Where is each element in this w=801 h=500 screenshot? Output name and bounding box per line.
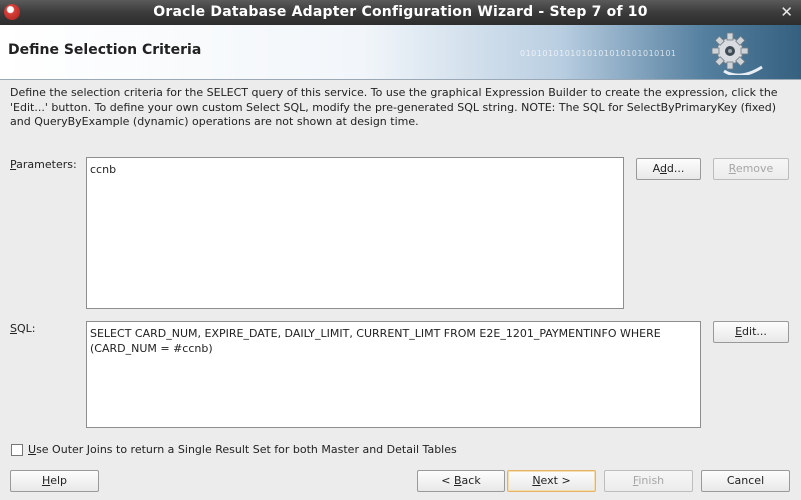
- label-text: arameters:: [16, 158, 77, 171]
- finish-button[interactable]: Finish: [604, 470, 693, 492]
- sql-label: SQL:: [10, 322, 35, 335]
- gear-icon: [711, 32, 763, 75]
- mnemonic: E: [735, 325, 743, 338]
- label-text: ext >: [540, 474, 571, 487]
- mnemonic: N: [532, 474, 541, 487]
- parameters-list[interactable]: ccnb: [86, 157, 624, 309]
- label-text: QL:: [16, 322, 36, 335]
- mnemonic: U: [28, 443, 37, 456]
- remove-button[interactable]: Remove: [713, 158, 789, 180]
- help-button[interactable]: Help: [10, 470, 99, 492]
- window-titlebar[interactable]: Oracle Database Adapter Configuration Wi…: [0, 0, 801, 25]
- outer-joins-label[interactable]: Use Outer Joins to return a Single Resul…: [28, 443, 457, 456]
- label-text: se Outer Joins to return a Single Result…: [36, 443, 457, 456]
- label-text: A: [652, 162, 660, 175]
- label-text: ack: [461, 474, 481, 487]
- label-text: elp: [50, 474, 68, 487]
- step-header: Define Selection Criteria 01010101010101…: [0, 25, 801, 80]
- page-title: Define Selection Criteria: [8, 42, 202, 58]
- label-text: emove: [735, 162, 774, 175]
- mnemonic: S: [10, 322, 17, 335]
- window-title: Oracle Database Adapter Configuration Wi…: [153, 4, 648, 20]
- label-text: dit...: [742, 325, 767, 338]
- outer-joins-checkbox[interactable]: [11, 444, 23, 456]
- close-icon[interactable]: ✕: [780, 3, 793, 21]
- parameters-label: Parameters:: [10, 158, 77, 171]
- next-button[interactable]: Next >: [507, 470, 596, 492]
- cancel-button[interactable]: Cancel: [701, 470, 790, 492]
- mnemonic: B: [454, 474, 462, 487]
- mnemonic: H: [41, 474, 51, 487]
- mnemonic: R: [728, 162, 736, 175]
- label-text: inish: [638, 474, 665, 487]
- binary-decoration: 0101010101010101010101010101: [520, 49, 677, 58]
- label-text: d...: [666, 162, 685, 175]
- back-button[interactable]: < Back: [417, 470, 505, 492]
- sql-textarea[interactable]: SELECT CARD_NUM, EXPIRE_DATE, DAILY_LIMI…: [86, 321, 701, 428]
- mnemonic: d: [659, 162, 667, 175]
- add-button[interactable]: Add...: [636, 158, 701, 180]
- edit-button[interactable]: Edit...: [713, 321, 789, 343]
- instructions-text: Define the selection criteria for the SE…: [10, 86, 778, 128]
- label-text: <: [441, 474, 454, 487]
